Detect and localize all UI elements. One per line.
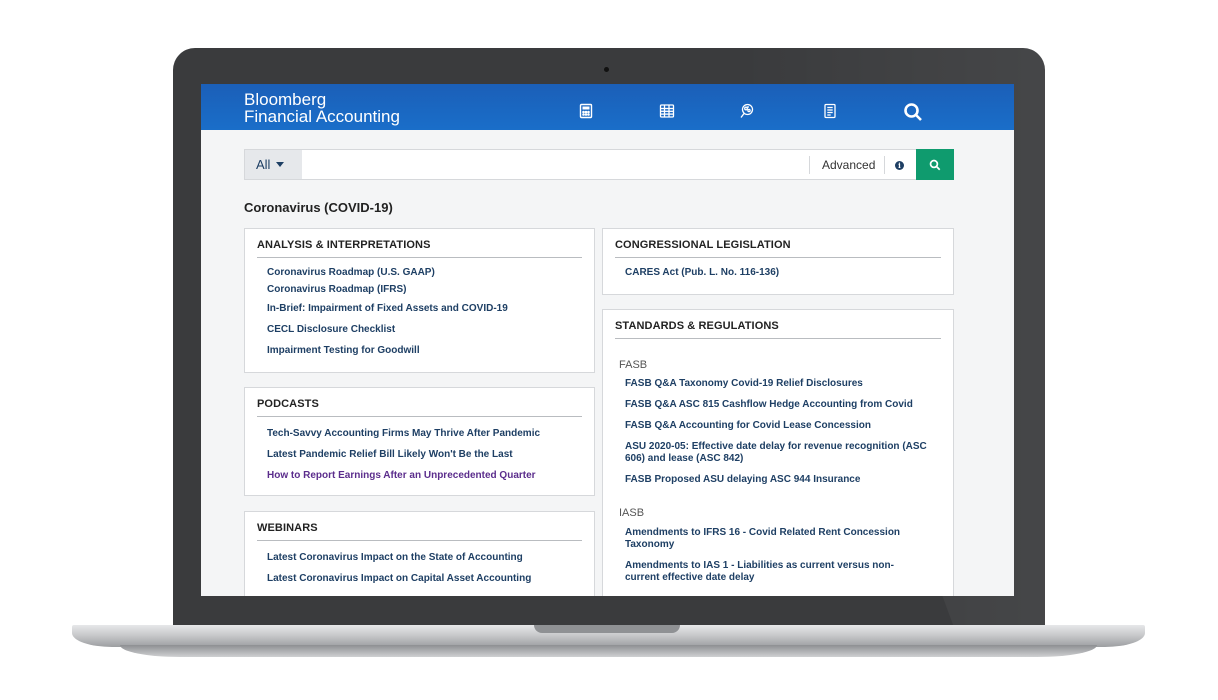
brain-icon[interactable] xyxy=(738,102,756,120)
info-button[interactable]: i xyxy=(884,156,914,174)
fasb-link[interactable]: FASB Q&A ASC 815 Cashflow Hedge Accounti… xyxy=(615,399,929,411)
iasb-link[interactable]: Amendments to IAS 1 - Liabilities as cur… xyxy=(615,560,917,584)
fasb-label: FASB xyxy=(619,359,648,371)
legislation-card: CONGRESSIONAL LEGISLATION CARES Act (Pub… xyxy=(602,228,954,295)
analysis-heading: ANALYSIS & INTERPRETATIONS xyxy=(257,229,582,258)
fasb-link[interactable]: FASB Q&A Accounting for Covid Lease Conc… xyxy=(615,420,929,432)
analysis-link[interactable]: Coronavirus Roadmap (U.S. GAAP) xyxy=(257,267,582,279)
analysis-link[interactable]: CECL Disclosure Checklist xyxy=(257,324,582,336)
search-bar: All Advanced i xyxy=(244,149,954,180)
page-title: Coronavirus (COVID-19) xyxy=(244,200,393,215)
calculator-icon[interactable] xyxy=(577,102,595,120)
analysis-link[interactable]: In-Brief: Impairment of Fixed Assets and… xyxy=(257,303,582,315)
screen: Bloomberg Financial Accounting All Advan… xyxy=(201,84,1014,596)
search-scope-dropdown[interactable]: All xyxy=(245,150,302,179)
podcast-link[interactable]: Tech-Savvy Accounting Firms May Thrive A… xyxy=(257,428,582,440)
advanced-search-link[interactable]: Advanced xyxy=(809,156,875,174)
webinar-link[interactable]: Latest Coronavirus Impact on the State o… xyxy=(257,552,582,564)
standards-card: STANDARDS & REGULATIONS FASB FASB Q&A Ta… xyxy=(602,309,954,596)
analysis-link[interactable]: Coronavirus Roadmap (IFRS) xyxy=(257,284,582,296)
iasb-link[interactable]: Amendments to IFRS 16 - Covid Related Re… xyxy=(615,527,917,551)
magnifier-icon xyxy=(929,159,941,170)
search-scope-label: All xyxy=(256,157,271,172)
webcam xyxy=(604,67,609,72)
laptop-base-edge xyxy=(120,645,1097,657)
standards-heading: STANDARDS & REGULATIONS xyxy=(615,310,941,339)
fasb-link[interactable]: FASB Proposed ASU delaying ASC 944 Insur… xyxy=(615,474,929,486)
top-navigation-bar: Bloomberg Financial Accounting xyxy=(201,84,1014,130)
podcasts-heading: PODCASTS xyxy=(257,388,582,417)
analysis-card: ANALYSIS & INTERPRETATIONS Coronavirus R… xyxy=(244,228,595,373)
iasb-label: IASB xyxy=(619,507,645,519)
podcasts-card: PODCASTS Tech-Savvy Accounting Firms May… xyxy=(244,387,595,496)
brand-line-1: Bloomberg xyxy=(244,90,327,109)
document-icon[interactable] xyxy=(821,102,839,120)
search-icon[interactable] xyxy=(902,101,924,123)
brand-logo[interactable]: Bloomberg Financial Accounting xyxy=(244,91,400,125)
legislation-heading: CONGRESSIONAL LEGISLATION xyxy=(615,229,941,258)
table-icon[interactable] xyxy=(658,102,676,120)
analysis-link[interactable]: Impairment Testing for Goodwill xyxy=(257,345,582,357)
podcast-link[interactable]: How to Report Earnings After an Unpreced… xyxy=(257,470,582,482)
legislation-link[interactable]: CARES Act (Pub. L. No. 116-136) xyxy=(615,267,941,279)
laptop-notch xyxy=(534,625,680,633)
webinar-link[interactable]: Latest Coronavirus Impact on Capital Ass… xyxy=(257,573,582,585)
search-input[interactable] xyxy=(303,150,808,179)
brand-line-2: Financial Accounting xyxy=(244,107,400,126)
search-submit-button[interactable] xyxy=(916,149,954,180)
fasb-link[interactable]: ASU 2020-05: Effective date delay for re… xyxy=(615,441,929,465)
webinars-card: WEBINARS Latest Coronavirus Impact on th… xyxy=(244,511,595,596)
chevron-down-icon xyxy=(276,162,285,167)
podcast-link[interactable]: Latest Pandemic Relief Bill Likely Won't… xyxy=(257,449,582,461)
fasb-link[interactable]: FASB Q&A Taxonomy Covid-19 Relief Disclo… xyxy=(615,378,929,390)
webinars-heading: WEBINARS xyxy=(257,512,582,541)
info-icon: i xyxy=(895,160,904,170)
